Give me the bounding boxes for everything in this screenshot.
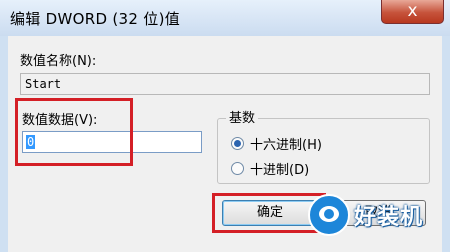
radio-hex[interactable]: 十六进制(H) bbox=[231, 134, 322, 153]
radio-decimal[interactable]: 十进制(D) bbox=[231, 159, 309, 178]
radio-decimal-button[interactable] bbox=[231, 162, 244, 175]
watermark-text: 好装机 bbox=[354, 205, 424, 230]
title-bar: 编辑 DWORD (32 位)值 x bbox=[0, 0, 450, 36]
close-button[interactable]: x bbox=[381, 0, 444, 24]
base-group-title: 基数 bbox=[226, 107, 259, 126]
watermark: 好装机 bbox=[308, 194, 423, 236]
close-icon: x bbox=[407, 1, 418, 21]
watermark-logo-icon bbox=[308, 194, 350, 236]
window-title: 编辑 DWORD (32 位)值 bbox=[10, 10, 181, 28]
radio-hex-button[interactable] bbox=[231, 137, 244, 150]
value-name-label: 数值名称(N): bbox=[20, 54, 97, 69]
radio-hex-label: 十六进制(H) bbox=[250, 138, 322, 153]
value-name-field: Start bbox=[20, 73, 430, 95]
highlight-box-value-data bbox=[15, 98, 133, 166]
radio-decimal-label: 十进制(D) bbox=[250, 163, 310, 178]
